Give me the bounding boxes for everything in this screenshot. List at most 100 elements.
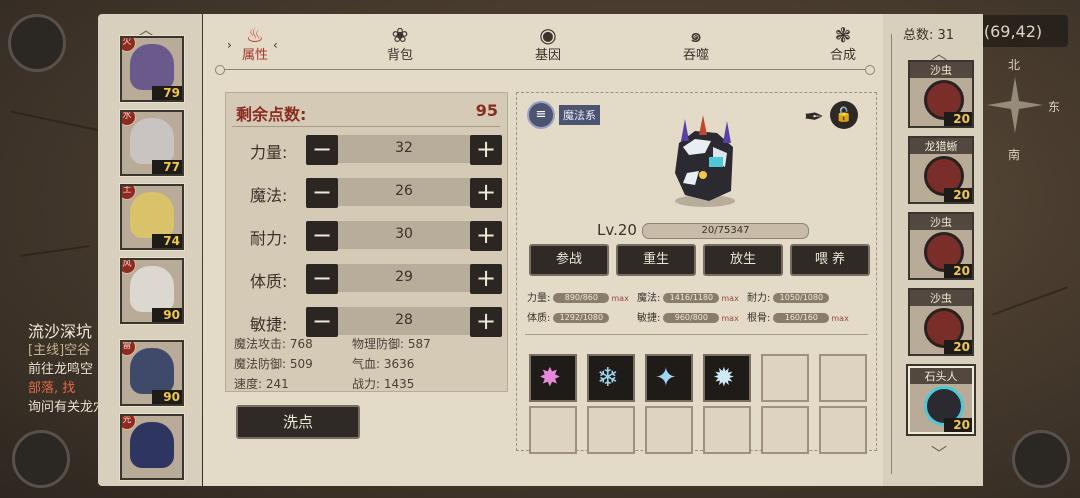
pet-attr: 根骨: 160/160 max xyxy=(747,313,849,324)
character-portrait xyxy=(130,348,174,394)
character-card[interactable]: 风 90 xyxy=(120,258,184,324)
pet-name: 沙虫 xyxy=(910,290,972,306)
character-card[interactable]: 光 xyxy=(120,414,184,480)
divider-ornament-icon xyxy=(215,65,225,75)
element-badge-icon: 风 xyxy=(122,260,136,274)
decrease-button[interactable]: − xyxy=(306,135,338,165)
left-action-button[interactable] xyxy=(12,430,70,488)
compass-east: 东 xyxy=(1048,100,1061,114)
increase-button[interactable]: + xyxy=(470,264,502,294)
character-card[interactable]: 火 79 xyxy=(120,36,184,102)
skill-slot[interactable]: ✹ xyxy=(703,354,751,402)
panel-tabs: ♨ 属性 ❀ 背包 ◉ 基因 ๑ 吞噬 ❃ 合成 › ‹ xyxy=(203,14,883,70)
list-icon[interactable]: ≡ xyxy=(527,101,555,129)
tab-gene[interactable]: ◉ 基因 xyxy=(518,24,578,63)
feed-button[interactable]: 喂 养 xyxy=(790,244,870,276)
pet-card[interactable]: 沙虫 20 xyxy=(908,288,974,356)
ice-star-icon: ✹ xyxy=(713,363,735,393)
stat-row-magic: 魔法: − 26 + xyxy=(236,176,506,208)
character-card[interactable]: 雷 90 xyxy=(120,340,184,406)
quest-tracker[interactable]: 流沙深坑 [主线]空谷 前往龙鸣空 部落, 找 询问有关龙穴 xyxy=(28,322,108,417)
stat-allocation-box: 剩余点数: 95 力量: − 32 + 魔法: − 26 + 耐力: − 30 xyxy=(225,92,508,392)
empty-skill-slot[interactable] xyxy=(587,406,635,454)
skill-slot[interactable]: ✦ xyxy=(645,354,693,402)
quest-line: 询问有关龙穴 xyxy=(28,400,107,415)
pet-attr: 体质: 1292/1080 xyxy=(527,309,611,324)
decrease-button[interactable]: − xyxy=(306,307,338,337)
character-level: 74 xyxy=(152,234,182,248)
empty-skill-slot[interactable] xyxy=(529,406,577,454)
character-card[interactable]: 土 74 xyxy=(120,184,184,250)
right-action-button[interactable] xyxy=(1012,430,1070,488)
divider xyxy=(891,34,892,474)
rename-feather-icon[interactable]: ✒ xyxy=(804,103,824,131)
divider-ornament-icon xyxy=(865,65,875,75)
increase-button[interactable]: + xyxy=(470,307,502,337)
pet-card[interactable]: 沙虫 20 xyxy=(908,60,974,128)
pet-level: 20 xyxy=(944,188,972,202)
empty-skill-slot[interactable] xyxy=(819,406,867,454)
character-card[interactable]: 水 77 xyxy=(120,110,184,176)
pink-burst-icon: ✸ xyxy=(539,363,561,393)
pet-card[interactable]: 龙猎蜥 20 xyxy=(908,136,974,204)
decrease-button[interactable]: − xyxy=(306,178,338,208)
tab-merge[interactable]: ❃ 合成 xyxy=(813,24,873,63)
stat-row-endurance: 耐力: − 30 + xyxy=(236,219,506,251)
merge-icon: ❃ xyxy=(834,23,852,47)
derived-stat: 速度: 241 xyxy=(234,377,289,391)
character-level: 77 xyxy=(152,160,182,174)
scroll-down-icon[interactable]: ﹀ xyxy=(931,440,947,464)
derived-stat: 魔法攻击: 768 xyxy=(234,337,313,351)
increase-button[interactable]: + xyxy=(470,135,502,165)
stat-stepper: − 32 + xyxy=(306,135,502,165)
tab-devour[interactable]: ๑ 吞噬 xyxy=(666,24,726,63)
derived-stat: 魔法防御: 509 xyxy=(234,357,313,371)
stat-stepper: − 26 + xyxy=(306,178,502,208)
divider xyxy=(232,126,500,127)
pet-card[interactable]: 沙虫 20 xyxy=(908,212,974,280)
tab-bag[interactable]: ❀ 背包 xyxy=(370,24,430,63)
pet-attr: 耐力: 1050/1080 xyxy=(747,289,831,304)
increase-button[interactable]: + xyxy=(470,221,502,251)
element-badge-icon: 光 xyxy=(122,416,136,430)
pet-level: 20 xyxy=(944,418,972,432)
character-portrait xyxy=(130,266,174,312)
character-level: 90 xyxy=(152,308,182,322)
pet-attr: 魔法: 1416/1180 max xyxy=(637,293,739,304)
quest-title: 流沙深坑 xyxy=(28,322,93,341)
pet-portrait xyxy=(675,115,735,207)
character-level: 90 xyxy=(152,390,182,404)
reset-points-button[interactable]: 洗点 xyxy=(236,405,360,439)
pet-card[interactable]: 石头人 20 xyxy=(908,366,974,434)
empty-skill-slot[interactable] xyxy=(645,406,693,454)
map-avatar-button[interactable] xyxy=(8,14,66,72)
deploy-button[interactable]: 参战 xyxy=(529,244,609,276)
stat-row-agility: 敏捷: − 28 + xyxy=(236,305,506,337)
rebirth-button[interactable]: 重生 xyxy=(616,244,696,276)
compass-north: 北 xyxy=(1008,58,1021,72)
empty-skill-slot[interactable] xyxy=(761,354,809,402)
quest-line: 前往龙鸣空 xyxy=(28,362,94,377)
release-button[interactable]: 放生 xyxy=(703,244,783,276)
stat-stepper: − 29 + xyxy=(306,264,502,294)
stat-row-constitution: 体质: − 29 + xyxy=(236,262,506,294)
increase-button[interactable]: + xyxy=(470,178,502,208)
remaining-points: 剩余点数: 95 xyxy=(236,101,498,124)
lock-icon[interactable]: 🔓 xyxy=(830,101,858,129)
empty-skill-slot[interactable] xyxy=(761,406,809,454)
tab-left-chevron-icon: › xyxy=(227,38,232,52)
character-level: 79 xyxy=(152,86,182,100)
empty-skill-slot[interactable] xyxy=(819,354,867,402)
skill-slot[interactable]: ❄ xyxy=(587,354,635,402)
decrease-button[interactable]: − xyxy=(306,221,338,251)
tab-right-chevron-icon: ‹ xyxy=(273,38,278,52)
stat-stepper: − 28 + xyxy=(306,307,502,337)
pet-level: 20 xyxy=(944,264,972,278)
divider xyxy=(525,334,868,335)
character-portrait xyxy=(130,118,174,164)
empty-skill-slot[interactable] xyxy=(703,406,751,454)
decrease-button[interactable]: − xyxy=(306,264,338,294)
quest-tag: [主线]空谷 xyxy=(28,343,91,358)
skill-slot[interactable]: ✸ xyxy=(529,354,577,402)
bag-icon: ❀ xyxy=(391,23,409,47)
